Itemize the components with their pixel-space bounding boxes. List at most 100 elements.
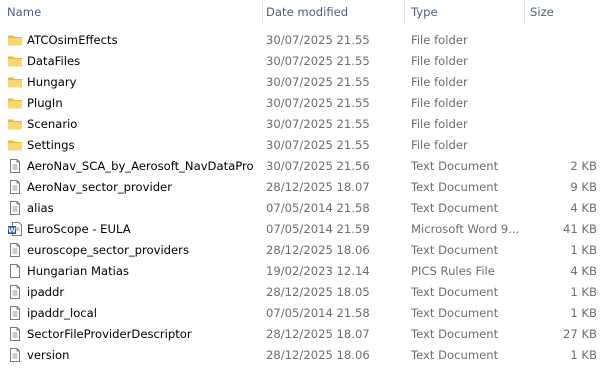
file-size: 1 KB: [570, 243, 597, 257]
file-row[interactable]: AeroNav_SCA_by_Aerosoft_NavDataPro 30/07/…: [0, 156, 608, 177]
text-document-icon: [7, 284, 23, 300]
column-header-type[interactable]: Type: [404, 0, 525, 24]
file-name: DataFiles: [27, 54, 81, 68]
file-date-modified: 28/12/2025 18.05: [266, 285, 370, 299]
file-date-modified: 30/07/2025 21.55: [266, 33, 370, 47]
file-row[interactable]: AeroNav_sector_provider 28/12/2025 18.07 T…: [0, 177, 608, 198]
file-date-modified: 28/12/2025 18.06: [266, 243, 370, 257]
file-name: version: [27, 348, 70, 362]
file-name: ipaddr: [27, 285, 65, 299]
file-row[interactable]: SectorFileProviderDescriptor 28/12/2025 1…: [0, 324, 608, 345]
text-document-icon: [7, 158, 23, 174]
text-document-icon: [7, 179, 23, 195]
file-size: 1 KB: [570, 306, 597, 320]
file-date-modified: 07/05/2014 21.58: [266, 306, 370, 320]
file-size: 27 KB: [563, 327, 597, 341]
file-size: 4 KB: [570, 264, 597, 278]
file-row[interactable]: version 28/12/2025 18.06 Text Document 1 KB: [0, 345, 608, 366]
file-type: Text Document: [411, 285, 499, 299]
column-header-size-label: Size: [530, 5, 554, 19]
file-row[interactable]: ipaddr 28/12/2025 18.05 Text Document 1 KB: [0, 282, 608, 303]
column-header-date-label: Date modified: [266, 5, 349, 19]
file-row[interactable]: W EuroScope - EULA 07/05/2014 21.59 Microso…: [0, 219, 608, 240]
file-row[interactable]: ipaddr_local 07/05/2014 21.58 Text Documen…: [0, 303, 608, 324]
folder-icon: [7, 95, 23, 111]
file-date-modified: 30/07/2025 21.55: [266, 54, 370, 68]
file-type: Text Document: [411, 327, 499, 341]
file-size: [526, 72, 597, 93]
file-type: Text Document: [411, 159, 499, 173]
file-size: 1 KB: [570, 348, 597, 362]
file-name: AeroNav_sector_provider: [27, 180, 172, 194]
file-type: Microsoft Word 9...: [411, 222, 520, 236]
file-name: Settings: [27, 138, 75, 152]
file-row[interactable]: alias 07/05/2014 21.58 Text Document 4 KB: [0, 198, 608, 219]
file-size: 41 KB: [563, 222, 597, 236]
file-type: File folder: [411, 33, 468, 47]
file-size: [526, 114, 597, 135]
file-name: ATCOsimEffects: [27, 33, 118, 47]
text-document-icon: [7, 326, 23, 342]
file-rows: ATCOsimEffects 30/07/2025 21.55 File folde…: [0, 30, 608, 366]
file-date-modified: 28/12/2025 18.07: [266, 327, 370, 341]
file-size: [526, 30, 597, 51]
text-document-icon: [7, 305, 23, 321]
file-size: [526, 135, 597, 156]
file-size: 1 KB: [570, 285, 597, 299]
file-date-modified: 30/07/2025 21.56: [266, 159, 370, 173]
file-type: Text Document: [411, 180, 499, 194]
file-row[interactable]: DataFiles 30/07/2025 21.55 File folder: [0, 51, 608, 72]
file-type: PICS Rules File: [411, 264, 495, 278]
folder-icon: [7, 116, 23, 132]
file-size: 9 KB: [570, 180, 597, 194]
sort-ascending-icon: ^: [123, 0, 132, 5]
file-row[interactable]: Settings 30/07/2025 21.55 File folder: [0, 135, 608, 156]
file-date-modified: 30/07/2025 21.55: [266, 75, 370, 89]
file-type: File folder: [411, 117, 468, 131]
file-size: [526, 93, 597, 114]
column-header-bar: Name ^ Date modified Type Size: [0, 0, 608, 24]
file-name: alias: [27, 201, 54, 215]
file-date-modified: 28/12/2025 18.07: [266, 180, 370, 194]
file-row[interactable]: ATCOsimEffects 30/07/2025 21.55 File folde…: [0, 30, 608, 51]
text-document-icon: [7, 200, 23, 216]
file-date-modified: 30/07/2025 21.55: [266, 96, 370, 110]
folder-icon: [7, 32, 23, 48]
file-type: File folder: [411, 75, 468, 89]
file-type: Text Document: [411, 306, 499, 320]
folder-icon: [7, 74, 23, 90]
file-name: Hungarian Matias: [27, 264, 130, 278]
file-row[interactable]: euroscope_sector_providers 28/12/2025 18.…: [0, 240, 608, 261]
file-row[interactable]: PlugIn 30/07/2025 21.55 File folder: [0, 93, 608, 114]
file-type: Text Document: [411, 201, 499, 215]
file-size: 2 KB: [570, 159, 597, 173]
file-date-modified: 28/12/2025 18.06: [266, 348, 370, 362]
file-type: File folder: [411, 138, 468, 152]
file-type: File folder: [411, 96, 468, 110]
file-name: PlugIn: [27, 96, 63, 110]
file-size: [526, 51, 597, 72]
file-row[interactable]: Hungary 30/07/2025 21.55 File folder: [0, 72, 608, 93]
file-date-modified: 30/07/2025 21.55: [266, 138, 370, 152]
file-name: AeroNav_SCA_by_Aerosoft_NavDataPro: [27, 159, 254, 173]
file-type: File folder: [411, 54, 468, 68]
column-header-size[interactable]: Size: [525, 0, 608, 24]
file-type: Text Document: [411, 243, 499, 257]
word-document-icon: W: [7, 221, 23, 237]
file-date-modified: 30/07/2025 21.55: [266, 117, 370, 131]
file-row[interactable]: Scenario 30/07/2025 21.55 File folder: [0, 114, 608, 135]
column-header-date-modified[interactable]: Date modified: [262, 0, 404, 24]
file-date-modified: 07/05/2014 21.58: [266, 201, 370, 215]
file-list-view: Name ^ Date modified Type Size ATCOsimEf…: [0, 0, 608, 368]
file-name: Hungary: [27, 75, 77, 89]
file-date-modified: 07/05/2014 21.59: [266, 222, 370, 236]
file-type: Text Document: [411, 348, 499, 362]
folder-icon: [7, 137, 23, 153]
file-row[interactable]: Hungarian Matias 19/02/2023 12.14 PICS Rul…: [0, 261, 608, 282]
text-document-icon: [7, 347, 23, 363]
file-name: Scenario: [27, 117, 78, 131]
file-date-modified: 19/02/2023 12.14: [266, 264, 370, 278]
generic-file-icon: [7, 263, 23, 279]
column-header-name-label: Name: [7, 5, 42, 19]
column-header-type-label: Type: [411, 5, 438, 19]
